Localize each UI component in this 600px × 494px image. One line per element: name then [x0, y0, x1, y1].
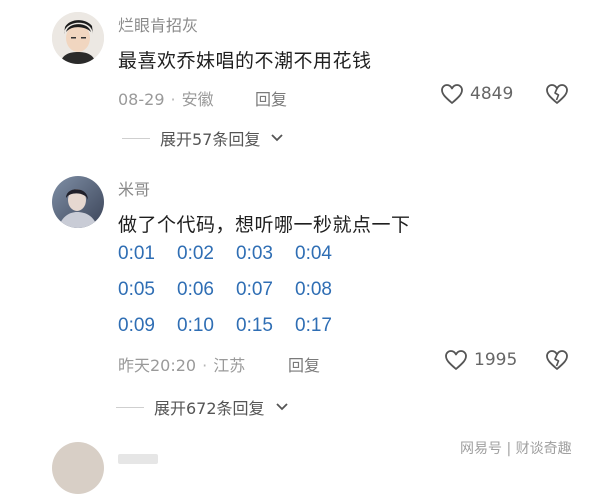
broken-heart-icon: [546, 350, 568, 370]
avatar[interactable]: [52, 176, 104, 228]
heart-icon: [441, 84, 463, 104]
avatar[interactable]: [52, 442, 104, 494]
timestamp-row: 0:09 0:10 0:15 0:17: [118, 315, 354, 351]
comment-meta: 08-29 · 安徽: [118, 86, 214, 110]
expand-replies-label: 展开57条回复: [160, 130, 261, 149]
timestamp-link[interactable]: 0:15: [236, 315, 295, 351]
expand-replies-button[interactable]: 展开672条回复: [116, 395, 289, 419]
separator: ·: [170, 90, 176, 109]
timestamp-link[interactable]: 0:01: [118, 243, 177, 279]
reply-button[interactable]: 回复: [255, 86, 287, 110]
timestamp-grid: 0:01 0:02 0:03 0:04 0:05 0:06 0:07 0:08 …: [118, 243, 354, 351]
comment-username[interactable]: 烂眼肯招灰: [118, 12, 198, 36]
avatar[interactable]: [52, 12, 104, 64]
chevron-down-icon: [271, 134, 284, 142]
timestamp-link[interactable]: 0:04: [295, 243, 354, 279]
timestamp-link[interactable]: 0:08: [295, 279, 354, 315]
expand-replies-label: 展开672条回复: [154, 399, 265, 418]
timestamp-link[interactable]: 0:03: [236, 243, 295, 279]
timestamp-link[interactable]: 0:17: [295, 315, 354, 351]
divider-line: [122, 137, 150, 139]
comment-location: 江苏: [213, 356, 246, 375]
heart-icon: [445, 350, 467, 370]
like-count: 1995: [474, 350, 518, 370]
username-placeholder: [118, 454, 158, 464]
watermark: 网易号 | 财谈奇趣: [460, 441, 572, 457]
reply-button[interactable]: 回复: [288, 352, 320, 376]
dislike-button[interactable]: [545, 83, 569, 109]
timestamp-row: 0:05 0:06 0:07 0:08: [118, 279, 354, 315]
divider-line: [116, 406, 144, 408]
timestamp-row: 0:01 0:02 0:03 0:04: [118, 243, 354, 279]
timestamp-link[interactable]: 0:10: [177, 315, 236, 351]
timestamp-link[interactable]: 0:09: [118, 315, 177, 351]
separator: ·: [202, 356, 208, 375]
dislike-button[interactable]: [545, 349, 569, 375]
comment-date: 08-29: [118, 90, 165, 109]
comment-username[interactable]: 米哥: [118, 176, 150, 200]
comment-location: 安徽: [181, 90, 214, 109]
like-button[interactable]: 4849: [440, 83, 513, 105]
timestamp-link[interactable]: 0:06: [177, 279, 236, 315]
broken-heart-icon: [546, 84, 568, 104]
like-button[interactable]: 1995: [444, 349, 517, 371]
comment-text: 最喜欢乔妹唱的不潮不用花钱: [118, 50, 372, 72]
timestamp-link[interactable]: 0:07: [236, 279, 295, 315]
timestamp-link[interactable]: 0:05: [118, 279, 177, 315]
comment-meta: 昨天20:20 · 江苏: [118, 352, 245, 376]
like-count: 4849: [470, 84, 514, 104]
comment-date: 昨天20:20: [118, 356, 197, 375]
timestamp-link[interactable]: 0:02: [177, 243, 236, 279]
chevron-down-icon: [275, 403, 288, 411]
comment-text: 做了个代码，想听哪一秒就点一下: [118, 214, 411, 236]
expand-replies-button[interactable]: 展开57条回复: [122, 126, 284, 150]
